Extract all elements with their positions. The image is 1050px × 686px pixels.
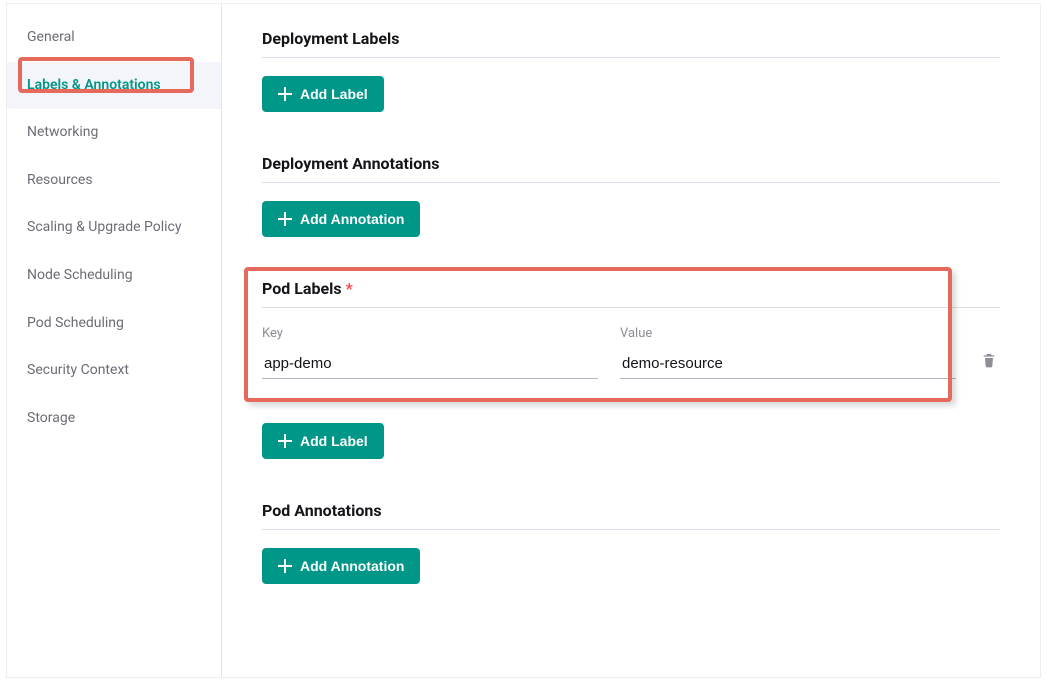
add-deployment-annotation-button[interactable]: Add Annotation bbox=[262, 201, 420, 237]
sidebar-item-security-context[interactable]: Security Context bbox=[7, 347, 221, 395]
sidebar-item-general[interactable]: General bbox=[7, 14, 221, 62]
sidebar-item-label: Node Scheduling bbox=[27, 267, 133, 283]
plus-icon bbox=[278, 87, 292, 101]
section-title: Pod Labels * bbox=[262, 279, 1000, 308]
delete-pod-label-button[interactable] bbox=[978, 351, 1000, 373]
section-deployment-labels: Deployment Labels Add Label bbox=[262, 29, 1000, 112]
pod-label-value-input[interactable] bbox=[620, 349, 956, 379]
pod-label-row: Key Value bbox=[262, 326, 1000, 379]
sidebar-item-label: Pod Scheduling bbox=[27, 315, 124, 331]
add-pod-label-button[interactable]: Add Label bbox=[262, 423, 384, 459]
sidebar: General Labels & Annotations Networking … bbox=[7, 4, 222, 677]
button-label: Add Label bbox=[300, 433, 368, 449]
add-pod-annotation-button[interactable]: Add Annotation bbox=[262, 548, 420, 584]
add-deployment-label-button[interactable]: Add Label bbox=[262, 76, 384, 112]
section-title-text: Pod Labels bbox=[262, 279, 342, 298]
main-content: Deployment Labels Add Label Deployment A… bbox=[222, 4, 1040, 677]
button-label: Add Label bbox=[300, 86, 368, 102]
sidebar-item-label: Resources bbox=[27, 172, 93, 188]
section-title: Pod Annotations bbox=[262, 501, 1000, 530]
sidebar-item-resources[interactable]: Resources bbox=[7, 157, 221, 205]
section-pod-labels: Pod Labels * Key Value bbox=[262, 279, 1000, 459]
required-marker: * bbox=[346, 279, 353, 298]
section-title: Deployment Annotations bbox=[262, 154, 1000, 183]
sidebar-item-scaling-upgrade-policy[interactable]: Scaling & Upgrade Policy bbox=[7, 204, 221, 252]
section-pod-annotations: Pod Annotations Add Annotation bbox=[262, 501, 1000, 584]
sidebar-item-label: Security Context bbox=[27, 362, 129, 378]
pod-label-value-col: Value bbox=[620, 326, 956, 379]
plus-icon bbox=[278, 434, 292, 448]
app-frame: General Labels & Annotations Networking … bbox=[6, 3, 1041, 678]
plus-icon bbox=[278, 212, 292, 226]
sidebar-item-label: General bbox=[27, 29, 75, 45]
sidebar-item-node-scheduling[interactable]: Node Scheduling bbox=[7, 252, 221, 300]
value-column-label: Value bbox=[620, 326, 956, 341]
sidebar-item-storage[interactable]: Storage bbox=[7, 395, 221, 443]
pod-label-key-input[interactable] bbox=[262, 349, 598, 379]
section-deployment-annotations: Deployment Annotations Add Annotation bbox=[262, 154, 1000, 237]
button-label: Add Annotation bbox=[300, 558, 404, 574]
sidebar-item-label: Networking bbox=[27, 124, 98, 140]
sidebar-item-networking[interactable]: Networking bbox=[7, 109, 221, 157]
sidebar-item-pod-scheduling[interactable]: Pod Scheduling bbox=[7, 300, 221, 348]
trash-icon bbox=[981, 351, 997, 373]
sidebar-item-label: Labels & Annotations bbox=[27, 77, 161, 93]
plus-icon bbox=[278, 559, 292, 573]
pod-label-key-col: Key bbox=[262, 326, 598, 379]
section-title: Deployment Labels bbox=[262, 29, 1000, 58]
sidebar-item-label: Scaling & Upgrade Policy bbox=[27, 219, 181, 235]
button-label: Add Annotation bbox=[300, 211, 404, 227]
sidebar-item-label: Storage bbox=[27, 410, 75, 426]
key-column-label: Key bbox=[262, 326, 598, 341]
sidebar-item-labels-annotations[interactable]: Labels & Annotations bbox=[7, 62, 221, 110]
